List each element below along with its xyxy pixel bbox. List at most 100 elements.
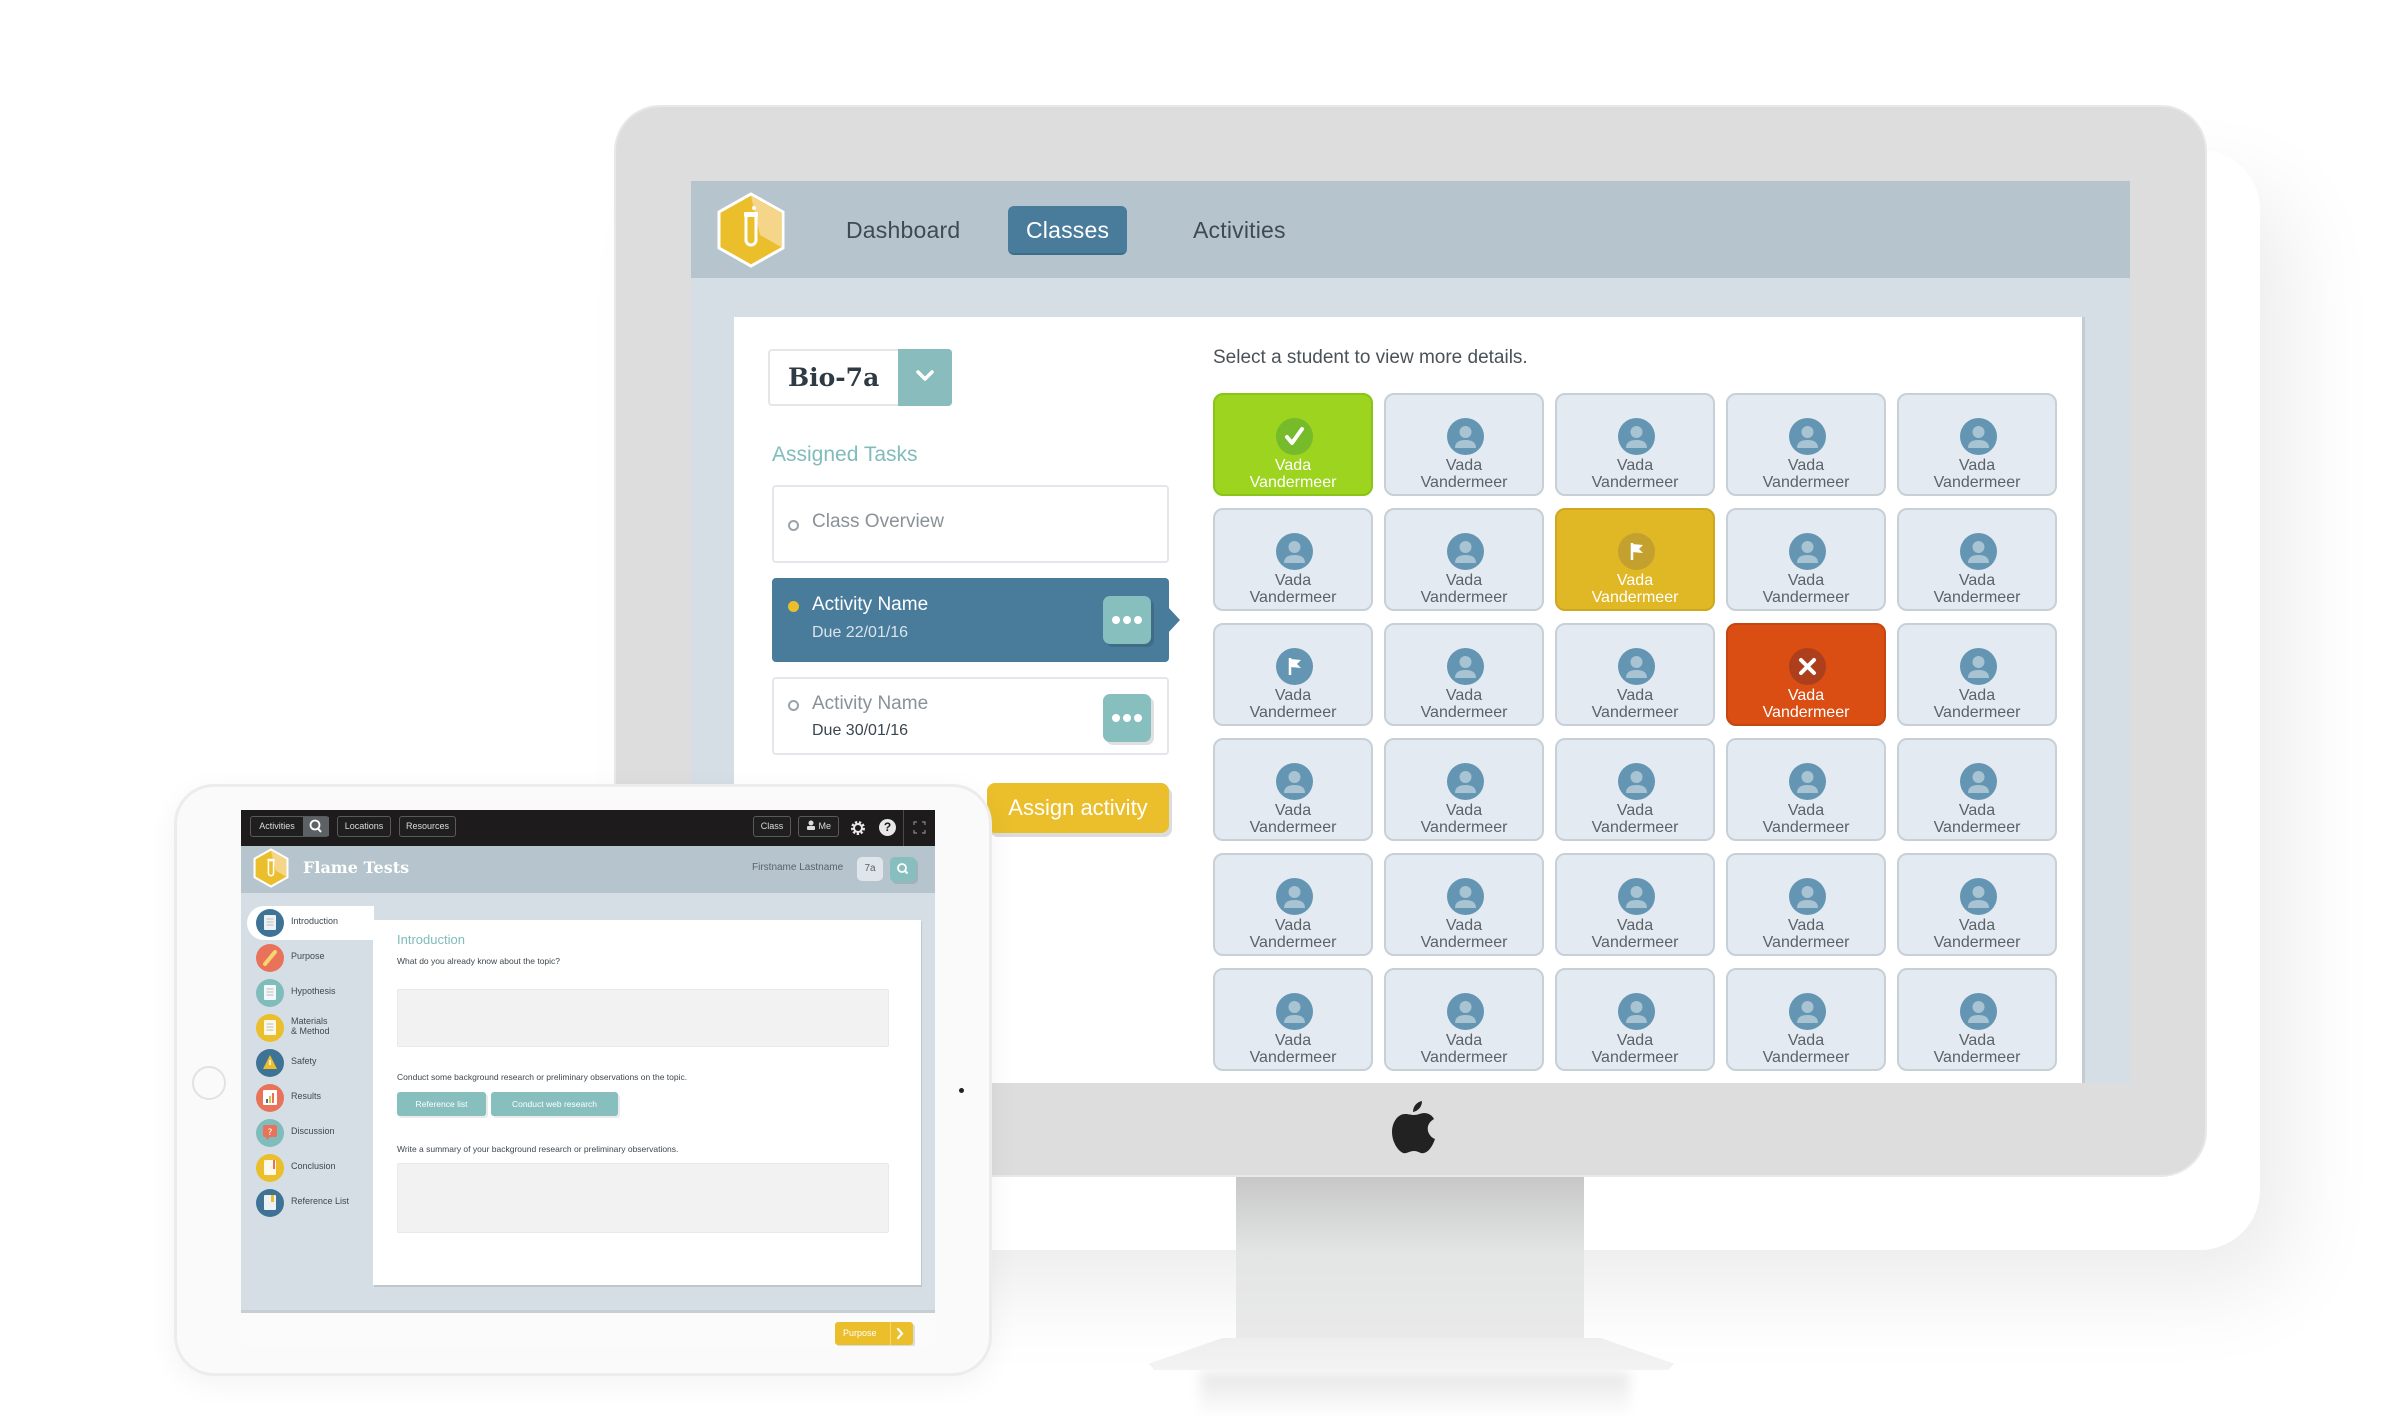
flag-icon xyxy=(1630,543,1643,560)
section-nav-hypothesis[interactable]: Hypothesis xyxy=(247,976,374,1010)
document-icon xyxy=(256,909,284,937)
student-tile[interactable]: Vada Vandermeer xyxy=(1384,968,1544,1071)
section-nav-label: Reference List xyxy=(291,1196,350,1206)
gear-icon[interactable] xyxy=(849,819,867,837)
fullscreen-icon[interactable] xyxy=(913,821,926,834)
tablet-home-button[interactable] xyxy=(192,1066,226,1100)
bar-chart-icon xyxy=(256,1084,284,1112)
student-name: Vada Vandermeer xyxy=(1215,687,1371,721)
student-tile[interactable]: Vada Vandermeer xyxy=(1897,968,2057,1071)
class-dropdown-button[interactable] xyxy=(898,349,952,406)
prior-knowledge-textarea[interactable] xyxy=(397,989,889,1047)
student-tile[interactable]: Vada Vandermeer xyxy=(1555,623,1715,726)
topbar-search-button[interactable] xyxy=(303,817,329,836)
search-icon xyxy=(309,819,322,833)
student-status-badge xyxy=(1447,993,1484,1030)
student-tile[interactable]: Vada Vandermeer xyxy=(1384,623,1544,726)
section-nav-purpose[interactable]: Purpose xyxy=(247,941,374,975)
student-status-badge xyxy=(1447,878,1484,915)
student-status-badge xyxy=(1960,533,1997,570)
topbar-divider xyxy=(903,810,904,846)
student-last-name: Vandermeer xyxy=(1762,589,1850,606)
student-tile[interactable]: Vada Vandermeer xyxy=(1384,393,1544,496)
student-tile[interactable]: Vada Vandermeer xyxy=(1213,508,1373,611)
student-status-badge xyxy=(1447,418,1484,455)
student-tile[interactable]: Vada Vandermeer xyxy=(1726,738,1886,841)
student-tile[interactable]: Vada Vandermeer xyxy=(1897,623,2057,726)
student-first-name: Vada xyxy=(1445,802,1483,819)
task-item-class-overview[interactable]: Class Overview xyxy=(772,485,1169,563)
student-last-name: Vandermeer xyxy=(1249,934,1337,951)
student-tile[interactable]: Vada Vandermeer xyxy=(1726,393,1886,496)
student-tile[interactable]: Vada Vandermeer xyxy=(1897,738,2057,841)
student-tile[interactable]: Vada Vandermeer xyxy=(1213,968,1373,1071)
user-avatar-icon xyxy=(1626,1001,1647,1023)
student-tile[interactable]: Vada Vandermeer xyxy=(1213,623,1373,726)
header-search-button[interactable] xyxy=(890,857,916,882)
student-name: Vada Vandermeer xyxy=(1215,572,1371,606)
student-tile[interactable]: Vada Vandermeer xyxy=(1726,853,1886,956)
student-name: Firstname Lastname xyxy=(752,862,844,873)
section-nav-safety[interactable]: Safety xyxy=(247,1046,374,1080)
section-nav-introduction[interactable]: Introduction xyxy=(247,906,374,940)
section-nav-discussion[interactable]: ? Discussion xyxy=(247,1116,374,1150)
student-tile[interactable]: Vada Vandermeer xyxy=(1897,393,2057,496)
student-tile[interactable]: Vada Vandermeer xyxy=(1897,853,2057,956)
nav-dashboard[interactable]: Dashboard xyxy=(828,206,978,255)
document-icon xyxy=(256,1014,284,1042)
student-last-name: Vandermeer xyxy=(1762,1049,1850,1066)
student-tile[interactable]: Vada Vandermeer xyxy=(1726,508,1886,611)
section-nav-label: Purpose xyxy=(291,951,325,961)
student-first-name: Vada xyxy=(1958,917,1996,934)
student-tile[interactable]: Vada Vandermeer xyxy=(1555,508,1715,611)
tablet-screen: Activities Locations Resources Class Me … xyxy=(241,810,935,1346)
student-tile[interactable]: Vada Vandermeer xyxy=(1213,738,1373,841)
section-nav-results[interactable]: Results xyxy=(247,1081,374,1115)
student-tile[interactable]: Vada Vandermeer xyxy=(1897,508,2057,611)
task-item-active[interactable]: Activity Name Due 22/01/16 xyxy=(772,578,1169,662)
student-first-name: Vada xyxy=(1787,917,1825,934)
section-nav-conclusion[interactable]: Conclusion xyxy=(247,1151,374,1185)
student-tile[interactable]: Vada Vandermeer xyxy=(1384,853,1544,956)
task-item[interactable]: Activity Name Due 30/01/16 xyxy=(772,677,1169,755)
student-tile[interactable]: Vada Vandermeer xyxy=(1213,853,1373,956)
task-more-button[interactable] xyxy=(1103,694,1151,742)
conduct-web-research-button[interactable]: Conduct web research xyxy=(491,1092,618,1116)
topbar-locations-button[interactable]: Locations xyxy=(337,816,391,837)
student-tile[interactable]: Vada Vandermeer xyxy=(1555,738,1715,841)
section-nav-reference-list[interactable]: Reference List xyxy=(247,1186,374,1220)
student-status-badge xyxy=(1618,993,1655,1030)
student-tile[interactable]: Vada Vandermeer xyxy=(1555,393,1715,496)
class-selector[interactable]: Bio-7a xyxy=(768,349,952,406)
assign-activity-button[interactable]: Assign activity xyxy=(987,783,1169,833)
tablet-camera xyxy=(959,1088,964,1093)
student-last-name: Vandermeer xyxy=(1249,819,1337,836)
topbar-class-button[interactable]: Class xyxy=(753,816,791,837)
status-dot xyxy=(788,520,799,531)
student-tile[interactable]: Vada Vandermeer xyxy=(1555,853,1715,956)
student-last-name: Vandermeer xyxy=(1933,704,2021,721)
student-tile[interactable]: Vada Vandermeer xyxy=(1726,968,1886,1071)
section-nav-materials[interactable]: Materials & Method xyxy=(247,1011,374,1045)
student-tile[interactable]: Vada Vandermeer xyxy=(1384,738,1544,841)
nav-classes[interactable]: Classes xyxy=(1008,206,1128,255)
student-tile[interactable]: Vada Vandermeer xyxy=(1726,623,1886,726)
student-tile[interactable]: Vada Vandermeer xyxy=(1555,968,1715,1071)
reference-list-button[interactable]: Reference list xyxy=(397,1092,486,1116)
student-first-name: Vada xyxy=(1958,802,1996,819)
help-icon[interactable]: ? xyxy=(879,819,896,836)
topbar-me-button[interactable]: Me xyxy=(798,816,839,837)
student-tile[interactable]: Vada Vandermeer xyxy=(1384,508,1544,611)
summary-textarea[interactable] xyxy=(397,1163,889,1233)
task-name: Activity Name xyxy=(812,594,929,615)
student-name: Vada Vandermeer xyxy=(1899,457,2055,491)
student-last-name: Vandermeer xyxy=(1591,474,1679,491)
task-more-button[interactable] xyxy=(1103,596,1151,644)
student-tile[interactable]: Vada Vandermeer xyxy=(1213,393,1373,496)
nav-activities[interactable]: Activities xyxy=(1175,206,1304,255)
test-tube-logo-icon[interactable] xyxy=(716,192,786,268)
topbar-resources-button[interactable]: Resources xyxy=(399,816,456,837)
student-status-badge xyxy=(1276,418,1313,455)
next-section-button[interactable]: Purpose xyxy=(835,1322,913,1345)
topbar-activities-button[interactable]: Activities xyxy=(250,816,329,837)
